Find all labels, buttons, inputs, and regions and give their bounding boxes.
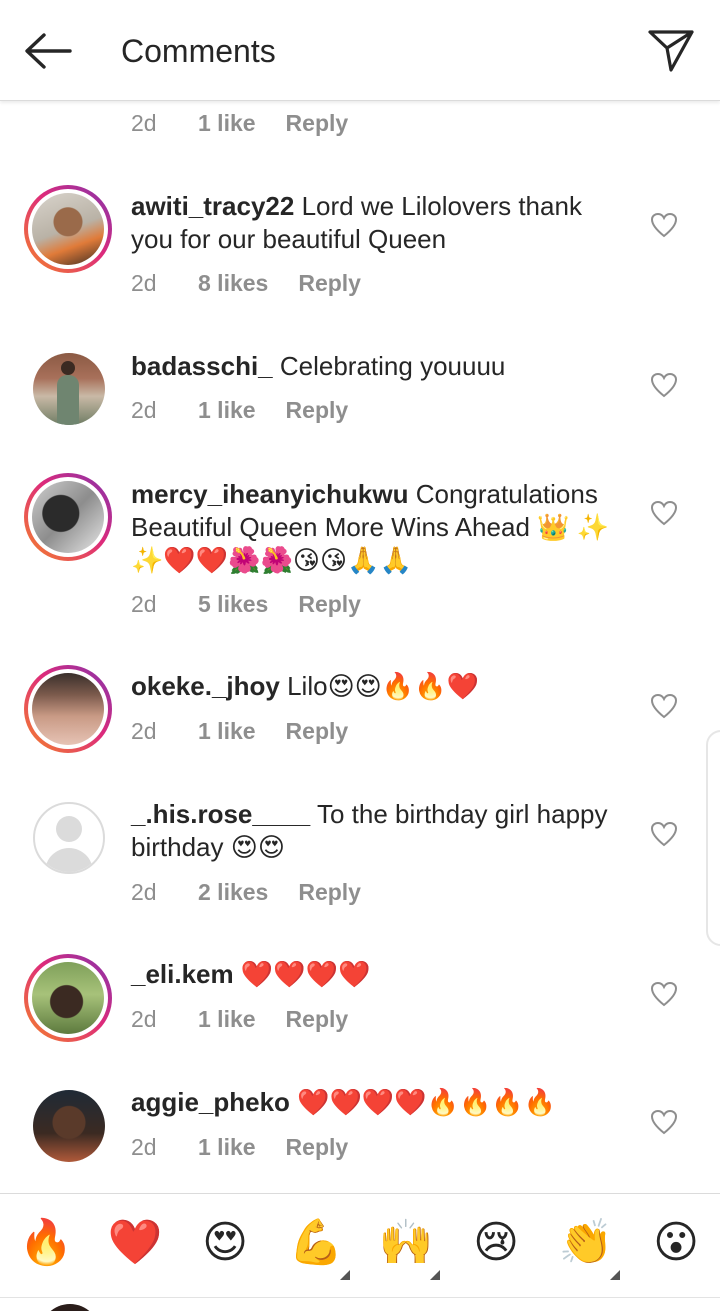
reply-button[interactable]: Reply bbox=[286, 397, 349, 424]
comment-username[interactable]: awiti_tracy22 bbox=[131, 191, 294, 221]
comment-time: 2d bbox=[131, 879, 157, 905]
reply-button[interactable]: Reply bbox=[298, 270, 361, 297]
reply-button[interactable]: Reply bbox=[286, 1134, 349, 1161]
comment-text: _.his.rose____ To the birthday girl happ… bbox=[131, 798, 621, 864]
side-panel-edge[interactable] bbox=[706, 730, 720, 946]
comment-meta: 2d 1 like Reply bbox=[131, 1006, 348, 1033]
comment-body: ❤️❤️❤️❤️🔥🔥🔥🔥 bbox=[297, 1087, 557, 1117]
comment-body: ❤️❤️❤️❤️ bbox=[240, 959, 371, 989]
comment-text: mercy_iheanyichukwu Congratulations Beau… bbox=[131, 478, 621, 577]
comment-meta: 2d 1 like Reply bbox=[131, 397, 348, 424]
avatar[interactable] bbox=[24, 665, 112, 753]
arrow-left-icon[interactable] bbox=[22, 30, 74, 72]
crying-face-emoji-button[interactable]: 😢 bbox=[466, 1218, 526, 1268]
comment-body: Lilo😍😍🔥🔥❤️ bbox=[287, 671, 479, 701]
clapping-hands-emoji-button[interactable]: 👏 bbox=[556, 1218, 616, 1268]
skin-tone-indicator-icon bbox=[340, 1270, 350, 1280]
avatar[interactable] bbox=[24, 473, 112, 561]
comment-input-area bbox=[0, 1297, 720, 1311]
comment-username[interactable]: _eli.kem bbox=[131, 959, 234, 989]
default-avatar-icon[interactable] bbox=[33, 802, 105, 874]
comment-meta: 2d 8 likes Reply bbox=[131, 270, 361, 297]
comment-text: awiti_tracy22 Lord we Lilolovers thank y… bbox=[131, 190, 621, 256]
avatar[interactable] bbox=[33, 1090, 105, 1162]
reply-button[interactable]: Reply bbox=[286, 110, 349, 137]
reply-button[interactable]: Reply bbox=[298, 879, 361, 906]
flexed-biceps-emoji-button[interactable]: 💪 bbox=[286, 1218, 346, 1268]
top-bar: Comments bbox=[0, 0, 720, 101]
comment-time: 2d bbox=[131, 718, 157, 744]
like-count[interactable]: 5 likes bbox=[198, 591, 268, 618]
heart-outline-icon[interactable] bbox=[650, 372, 678, 398]
like-count[interactable]: 2 likes bbox=[198, 879, 268, 906]
comment-meta: 2d 2 likes Reply bbox=[131, 879, 361, 906]
heart-outline-icon[interactable] bbox=[650, 1109, 678, 1135]
previous-comment-meta: 2d 1 like Reply bbox=[131, 110, 348, 137]
comment-time: 2d bbox=[131, 591, 157, 617]
like-count[interactable]: 1 like bbox=[198, 1006, 256, 1033]
skin-tone-indicator-icon bbox=[430, 1270, 440, 1280]
heart-emoji-button[interactable]: ❤️ bbox=[105, 1218, 165, 1268]
reply-button[interactable]: Reply bbox=[286, 718, 349, 745]
comment-username[interactable]: aggie_pheko bbox=[131, 1087, 290, 1117]
comment-username[interactable]: _.his.rose____ bbox=[131, 799, 310, 829]
avatar[interactable] bbox=[24, 954, 112, 1042]
comment-meta: 2d 5 likes Reply bbox=[131, 591, 361, 618]
comment-meta: 2d 1 like Reply bbox=[131, 718, 348, 745]
like-count[interactable]: 8 likes bbox=[198, 270, 268, 297]
avatar bbox=[40, 1304, 100, 1311]
comment-text: badasschi_ Celebrating youuuu bbox=[131, 350, 621, 383]
heart-outline-icon[interactable] bbox=[650, 500, 678, 526]
surprised-face-emoji-button[interactable]: 😮 bbox=[646, 1218, 706, 1268]
reply-button[interactable]: Reply bbox=[298, 591, 361, 618]
avatar[interactable] bbox=[33, 353, 105, 425]
heart-outline-icon[interactable] bbox=[650, 693, 678, 719]
comment-text: okeke._jhoy Lilo😍😍🔥🔥❤️ bbox=[131, 670, 621, 703]
comment-time: 2d bbox=[131, 270, 157, 296]
like-count[interactable]: 1 like bbox=[198, 718, 256, 745]
page-title: Comments bbox=[121, 33, 276, 69]
skin-tone-indicator-icon bbox=[610, 1270, 620, 1280]
comment-time: 2d bbox=[131, 1134, 157, 1160]
comment-meta: 2d 1 like Reply bbox=[131, 1134, 348, 1161]
like-count[interactable]: 1 like bbox=[198, 1134, 256, 1161]
comment-text: _eli.kem ❤️❤️❤️❤️ bbox=[131, 958, 621, 991]
reply-button[interactable]: Reply bbox=[286, 1006, 349, 1033]
raising-hands-emoji-button[interactable]: 🙌 bbox=[376, 1218, 436, 1268]
comment-username[interactable]: mercy_iheanyichukwu bbox=[131, 479, 408, 509]
comment-body: Celebrating youuuu bbox=[279, 351, 506, 381]
heart-outline-icon[interactable] bbox=[650, 821, 678, 847]
heart-outline-icon[interactable] bbox=[650, 212, 678, 238]
heart-outline-icon[interactable] bbox=[650, 981, 678, 1007]
emoji-reaction-bar: 🔥 ❤️ 😍 💪 🙌 😢 👏 😮 bbox=[0, 1193, 720, 1297]
paper-plane-icon[interactable] bbox=[646, 26, 696, 74]
heart-eyes-emoji-button[interactable]: 😍 bbox=[195, 1218, 255, 1268]
comment-time: 2d bbox=[131, 1006, 157, 1032]
comment-username[interactable]: badasschi_ bbox=[131, 351, 273, 381]
comment-text: aggie_pheko ❤️❤️❤️❤️🔥🔥🔥🔥 bbox=[131, 1086, 621, 1119]
comment-time: 2d bbox=[131, 397, 157, 423]
comment-time: 2d bbox=[131, 110, 157, 136]
avatar[interactable] bbox=[24, 185, 112, 273]
comment-username[interactable]: okeke._jhoy bbox=[131, 671, 280, 701]
like-count[interactable]: 1 like bbox=[198, 110, 256, 137]
fire-emoji-button[interactable]: 🔥 bbox=[16, 1218, 76, 1268]
like-count[interactable]: 1 like bbox=[198, 397, 256, 424]
